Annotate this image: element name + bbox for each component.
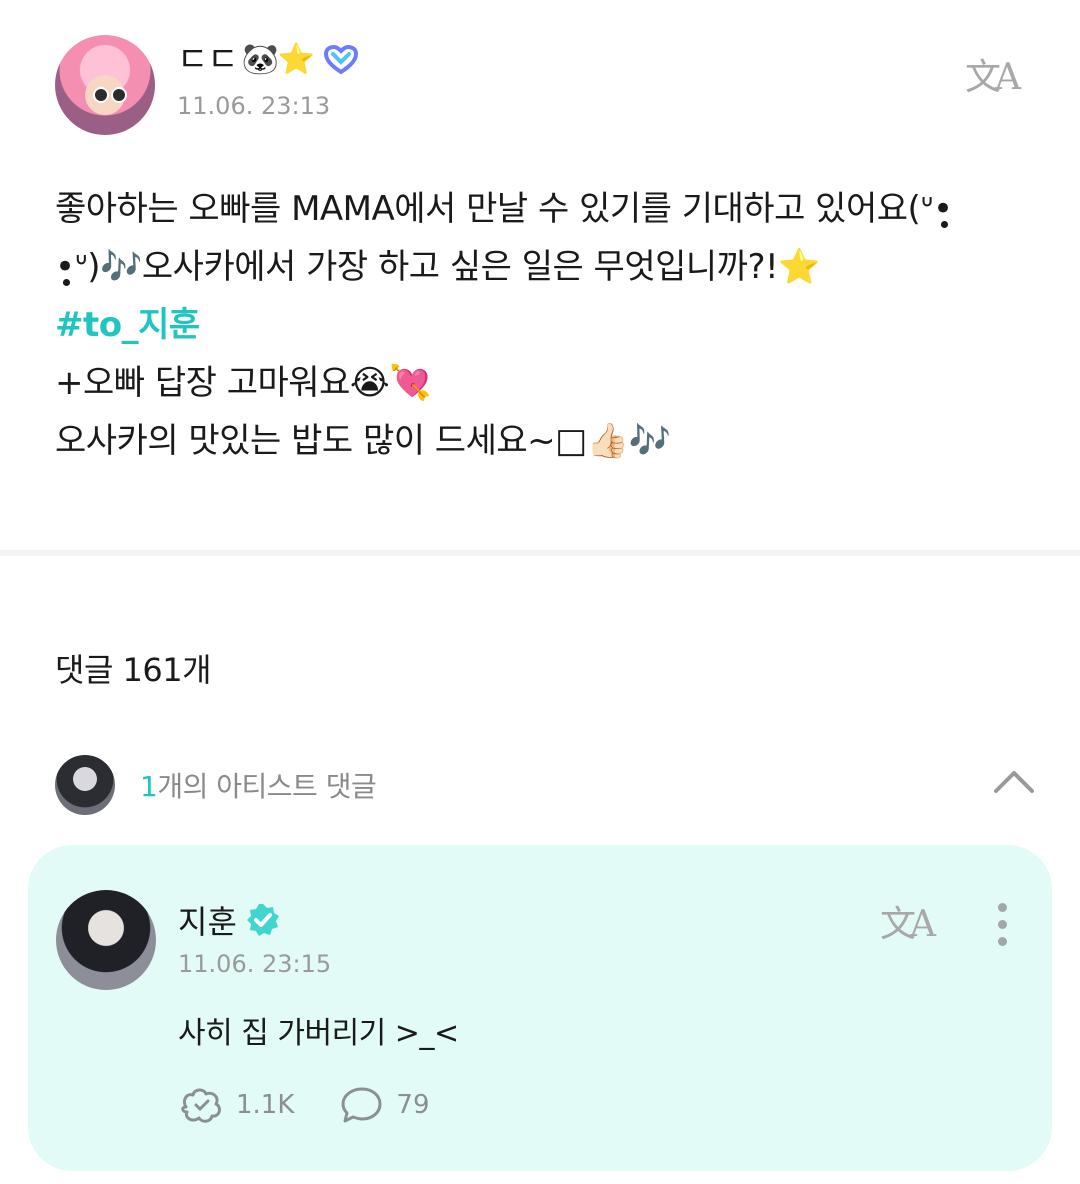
chevron-up-icon[interactable] (993, 767, 1035, 797)
reply-button[interactable]: 79 (338, 1085, 430, 1125)
more-dot (997, 937, 1007, 946)
artist-comment-text: 사히 집 가버리기 >_< (178, 1016, 459, 1051)
artist-name[interactable]: 지훈 (178, 897, 281, 943)
post-body: 좋아하는 오빠를 MAMA에서 만날 수 있기를 기대하고 있어요(ᐡ•̥̣ •… (55, 180, 955, 470)
post: ㄷㄷ 🐼⭐ 11.06. 23:13 文A 좋아하는 오빠를 MAMA에서 만날… (0, 0, 1080, 550)
more-vertical-icon[interactable] (996, 903, 1008, 949)
like-count: 1.1K (236, 1090, 295, 1120)
reply-count: 79 (396, 1090, 430, 1120)
post-hashtag[interactable]: #to_지훈 (55, 296, 955, 354)
post-body-line: 좋아하는 오빠를 MAMA에서 만날 수 있기를 기대하고 있어요(ᐡ•̥̣ (55, 189, 953, 229)
fan-badge-icon (324, 45, 359, 75)
like-icon (181, 1088, 221, 1123)
section-divider (0, 550, 1080, 556)
post-author-name[interactable]: ㄷㄷ 🐼⭐ (177, 40, 359, 80)
artist-comments-toggle[interactable]: 1개의 아티스트 댓글 (55, 755, 1035, 815)
more-dot (997, 920, 1007, 929)
comment-actions: 1.1K 79 (178, 1085, 474, 1125)
reply-icon (341, 1087, 382, 1123)
artist-count-number: 1 (140, 770, 158, 803)
author-name-text: ㄷㄷ (177, 40, 239, 80)
verified-icon (246, 904, 279, 936)
post-body-line: +오빠 답장 고마워요😭💘 (55, 363, 431, 403)
artist-comment-time: 11.06. 23:15 (178, 950, 332, 978)
like-button[interactable]: 1.1K (178, 1085, 294, 1125)
artist-avatar[interactable] (56, 890, 156, 990)
artist-comment-count: 1개의 아티스트 댓글 (140, 765, 377, 805)
author-emoji: 🐼⭐ (241, 42, 316, 77)
post-body-line: 오사카의 맛있는 밥도 많이 드세요~□👍🏻🎶 (55, 421, 671, 461)
translate-icon[interactable]: 文A (965, 48, 1021, 100)
post-author-avatar[interactable] (55, 35, 155, 135)
post-time: 11.06. 23:13 (177, 92, 331, 120)
avatar-eye (111, 87, 127, 103)
artist-mini-avatar (55, 755, 115, 815)
translate-icon[interactable]: 文A (880, 895, 936, 947)
avatar-eye (93, 87, 109, 103)
more-dot (997, 903, 1007, 912)
artist-count-label: 개의 아티스트 댓글 (157, 770, 377, 803)
comments-count-header: 댓글 161개 (55, 651, 212, 689)
artist-comment-card: 지훈 11.06. 23:15 文A 사히 집 가버리기 >_< 1.1K 79 (28, 845, 1052, 1171)
artist-name-text: 지훈 (178, 903, 237, 941)
post-body-line: •̥̣ᐡ)🎶오사카에서 가장 하고 싶은 일은 무엇입니까?!⭐ (55, 247, 820, 287)
